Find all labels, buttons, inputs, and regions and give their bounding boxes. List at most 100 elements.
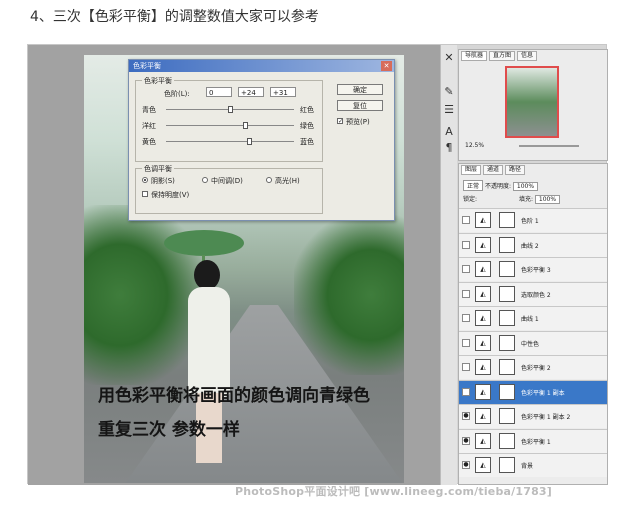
type-icon[interactable]: A: [443, 125, 455, 139]
eye-icon[interactable]: [462, 314, 470, 322]
slider1-right-label: 红色: [300, 106, 314, 114]
tab-layers[interactable]: 图层: [461, 165, 482, 175]
level-cyan-red-input[interactable]: 0: [206, 87, 232, 97]
level-yellow-blue-input[interactable]: +31: [270, 87, 296, 97]
tone-midtones-label: 中间调(D): [211, 177, 243, 185]
balance-group: 色彩平衡 色阶(L): 0 +24 +31 青色 红色 洋红 绿色 黄色 蓝色: [135, 76, 323, 162]
layer-name: 选取颜色 2: [521, 291, 551, 299]
levels-label: 色阶(L):: [164, 90, 190, 98]
layer-mask-thumbnail[interactable]: [499, 236, 515, 253]
opacity-label: 不透明度:: [484, 183, 511, 190]
fill-input[interactable]: 100%: [534, 195, 561, 204]
preserve-luminosity-checkbox[interactable]: [142, 191, 148, 197]
layer-mask-thumbnail[interactable]: [499, 359, 515, 375]
layer-name: 背景: [521, 463, 534, 470]
layer-name: 中性色: [521, 340, 540, 348]
preserve-luminosity-label: 保持明度(V): [151, 191, 190, 199]
layer-mask-thumbnail[interactable]: [499, 212, 515, 228]
slider3-right-label: 蓝色: [300, 138, 314, 146]
watermark: PhotoShop平面设计吧 [www.lineeg.com/tieba/178…: [235, 485, 553, 498]
layer-row[interactable]: ◭ 色阶 1: [459, 208, 607, 232]
radio-midtones[interactable]: [202, 177, 208, 183]
blend-mode-select[interactable]: 正常: [463, 180, 484, 191]
reset-button[interactable]: 复位: [337, 100, 383, 111]
lotus-leaf: [164, 230, 244, 256]
fill-label: 填充:: [518, 196, 533, 203]
lock-label: 锁定:: [463, 196, 478, 203]
eye-icon[interactable]: [462, 363, 470, 371]
level-magenta-green-input[interactable]: +24: [238, 87, 264, 97]
tool-column: ✕ ✎ ☰ A ¶: [440, 45, 457, 485]
radio-highlights[interactable]: [266, 177, 272, 183]
close-icon[interactable]: ✕: [381, 61, 392, 71]
tab-channels[interactable]: 通道: [483, 165, 504, 175]
opacity-input[interactable]: 100%: [512, 182, 539, 191]
eye-icon[interactable]: ●: [462, 436, 470, 445]
tab-histogram[interactable]: 直方图: [489, 51, 516, 61]
eye-icon[interactable]: [462, 265, 470, 273]
layer-row[interactable]: ◭ 色彩平衡 2: [459, 355, 607, 379]
photoshop-screenshot: 用色彩平衡将画面的颜色调向青绿色 重复三次 参数一样 色彩平衡 ✕ 色彩平衡 色…: [27, 44, 608, 485]
tone-shadows-label: 阴影(S): [151, 177, 175, 185]
layer-mask-thumbnail[interactable]: [499, 285, 515, 302]
slider-magenta-green[interactable]: [166, 125, 294, 126]
page-heading: 4、三次【色彩平衡】的调整数值大家可以参考: [30, 9, 319, 25]
girl-head: [194, 260, 220, 290]
overlay-line-1: 用色彩平衡将画面的颜色调向青绿色: [98, 386, 370, 406]
layer-row[interactable]: ● ◭ 色彩平衡 1 副本 2: [459, 404, 607, 428]
slider-yellow-blue[interactable]: [166, 141, 294, 142]
slider-knob-magenta-green[interactable]: [242, 122, 248, 129]
zoom-slider[interactable]: [519, 145, 579, 147]
layer-mask-thumbnail[interactable]: [499, 310, 515, 326]
tone-group: 色调平衡 阴影(S) 中间调(D) 高光(H) 保持明度(V): [135, 164, 323, 214]
layer-row[interactable]: ● ◭ 色彩平衡 1: [459, 428, 607, 453]
tab-paths[interactable]: 路径: [505, 165, 526, 175]
canvas-area: 用色彩平衡将画面的颜色调向青绿色 重复三次 参数一样 色彩平衡 ✕ 色彩平衡 色…: [28, 45, 440, 485]
adjustment-layer-icon: ◭: [475, 432, 491, 449]
adjustment-layer-icon: ◭: [475, 334, 491, 351]
layer-mask-thumbnail[interactable]: [499, 432, 515, 449]
tab-navigator[interactable]: 导航器: [461, 51, 488, 61]
layer-name: 色彩平衡 3: [521, 267, 551, 274]
navigator-panel: 导航器 直方图 信息 12.5%: [458, 49, 608, 161]
layer-row[interactable]: ◭ 曲线 2: [459, 232, 607, 257]
layer-mask-thumbnail[interactable]: [499, 261, 515, 277]
eye-icon[interactable]: ●: [462, 461, 470, 469]
radio-shadows[interactable]: [142, 177, 148, 183]
tab-info[interactable]: 信息: [517, 51, 538, 61]
eye-icon[interactable]: ●: [462, 387, 470, 396]
zoom-level[interactable]: 12.5%: [465, 142, 484, 149]
eye-icon[interactable]: [462, 240, 470, 249]
preview-checkbox[interactable]: ✓: [337, 118, 343, 125]
layer-name: 色阶 1: [521, 218, 539, 225]
eye-icon[interactable]: [462, 338, 470, 347]
layer-name: 色彩平衡 1: [521, 438, 551, 446]
layer-row[interactable]: ◭ 曲线 1: [459, 306, 607, 330]
layer-mask-thumbnail[interactable]: [499, 334, 515, 351]
layer-mask-thumbnail[interactable]: [499, 457, 515, 473]
layer-mask-thumbnail[interactable]: [499, 408, 515, 424]
crop-icon[interactable]: ✕: [443, 51, 455, 65]
slider-knob-yellow-blue[interactable]: [247, 138, 253, 145]
layer-row[interactable]: ● ◭ 背景: [459, 453, 607, 477]
eye-icon[interactable]: [462, 216, 470, 224]
eye-icon[interactable]: [462, 289, 470, 298]
layer-row[interactable]: ● ◭ 色彩平衡 1 副本: [459, 379, 607, 404]
layer-row[interactable]: ◭ 选取颜色 2: [459, 281, 607, 306]
ok-button[interactable]: 确定: [337, 84, 383, 95]
slider2-left-label: 洋红: [142, 122, 156, 130]
layer-mask-thumbnail[interactable]: [499, 383, 515, 400]
layer-row[interactable]: ◭ 色彩平衡 3: [459, 257, 607, 281]
layer-row[interactable]: ◭ 中性色: [459, 330, 607, 355]
history-icon[interactable]: ☰: [443, 103, 455, 117]
layer-name: 曲线 2: [521, 242, 539, 250]
adjustment-layer-icon: ◭: [475, 261, 491, 277]
layer-name: 色彩平衡 1 副本 2: [521, 414, 571, 421]
brush-icon[interactable]: ✎: [443, 85, 455, 99]
eye-icon[interactable]: ●: [462, 412, 470, 420]
slider-knob-cyan-red[interactable]: [227, 106, 233, 113]
navigator-thumbnail[interactable]: [505, 66, 559, 138]
adjustment-layer-icon: ◭: [475, 408, 491, 424]
slider1-left-label: 青色: [142, 106, 156, 114]
paragraph-icon[interactable]: ¶: [443, 141, 455, 155]
